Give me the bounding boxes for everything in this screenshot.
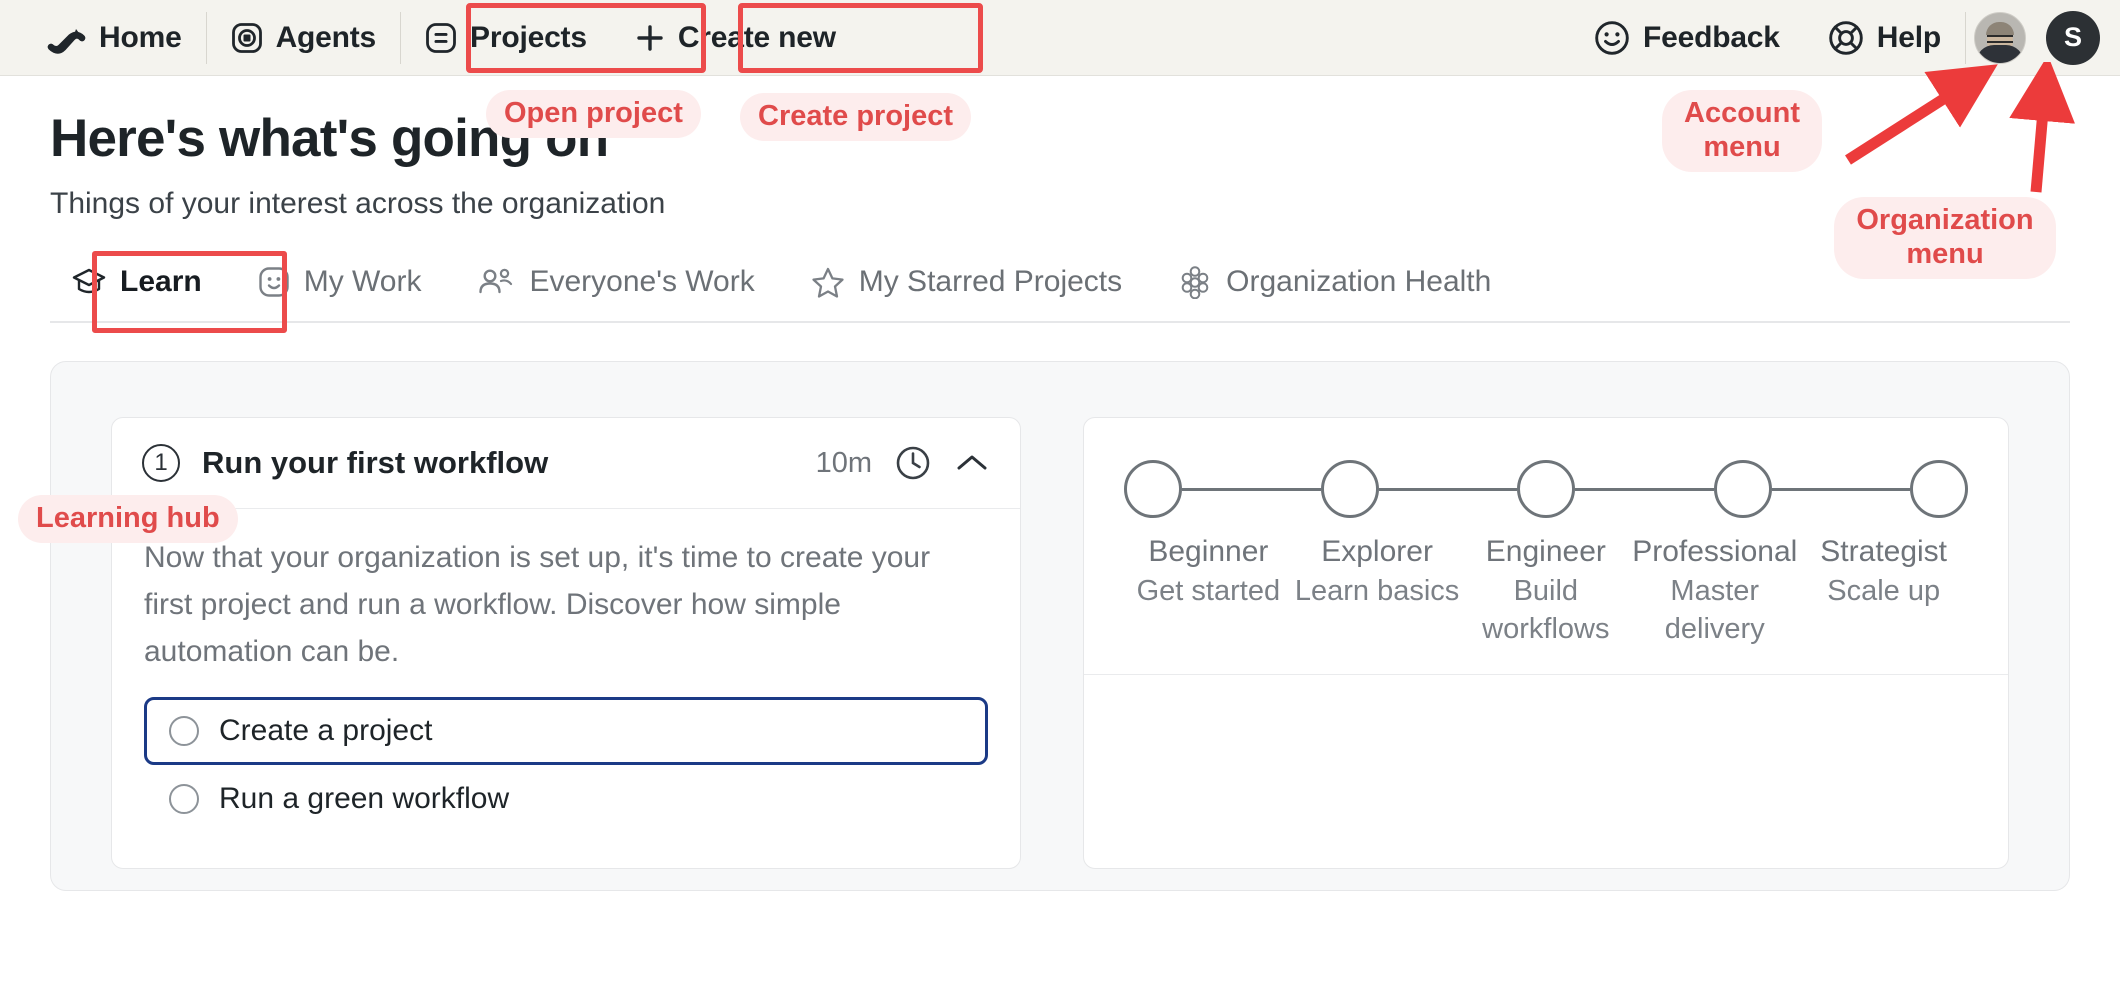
agents-square-icon bbox=[231, 22, 263, 54]
annotation-open-project: Open project bbox=[486, 90, 701, 139]
nav-item-create-new[interactable]: Create new bbox=[611, 0, 860, 75]
tab-organization-health-label: Organization Health bbox=[1226, 265, 1492, 298]
progression-connector bbox=[1182, 487, 1321, 491]
tab-my-starred-projects-label: My Starred Projects bbox=[858, 265, 1123, 298]
first-workflow-title: Run your first workflow bbox=[202, 445, 549, 480]
star-icon bbox=[811, 266, 845, 299]
tab-my-work-label: My Work bbox=[303, 265, 422, 298]
progression-wrapper: Beginner Get started Explorer Learn basi… bbox=[1084, 418, 2008, 676]
progression-connector bbox=[1575, 487, 1714, 491]
tab-learn-label: Learn bbox=[120, 265, 202, 298]
progression-sub-engineer: Build workflows bbox=[1482, 574, 1610, 645]
task-radio-icon[interactable] bbox=[169, 716, 199, 747]
progression-connector bbox=[1771, 487, 1910, 491]
nav-item-home[interactable]: Home bbox=[22, 0, 206, 75]
annotation-create-project: Create project bbox=[740, 93, 972, 142]
smiley-square-icon bbox=[258, 266, 290, 298]
top-nav-left-group: Home Agents Projects Create new bbox=[22, 0, 860, 75]
progression-name-professional: Professional bbox=[1632, 535, 1798, 568]
tab-my-work[interactable]: My Work bbox=[230, 257, 450, 313]
first-workflow-card-body: Now that your organization is set up, it… bbox=[112, 509, 1020, 833]
page-subtitle: Things of your interest across the organ… bbox=[50, 187, 666, 220]
progression-label-explorer: Explorer Learn basics bbox=[1293, 532, 1462, 648]
annotation-organization-menu: Organization menu bbox=[1834, 197, 2056, 280]
nav-item-home-label: Home bbox=[99, 20, 182, 54]
annotation-account-menu: Account menu bbox=[1662, 90, 1822, 173]
home-wave-logo-icon bbox=[46, 21, 86, 55]
tab-learn[interactable]: Learn bbox=[50, 257, 230, 313]
task-run-a-green-workflow[interactable]: Run a green workflow bbox=[144, 765, 988, 833]
tab-everyones-work-label: Everyone's Work bbox=[529, 265, 755, 298]
plus-icon bbox=[635, 23, 665, 53]
progression-label-beginner: Beginner Get started bbox=[1124, 532, 1293, 648]
organization-avatar[interactable]: S bbox=[2046, 10, 2100, 65]
nav-item-projects-label: Projects bbox=[470, 20, 587, 54]
graduation-cap-icon bbox=[72, 267, 106, 297]
lifebuoy-icon bbox=[1828, 20, 1864, 56]
first-workflow-card: 1 Run your first workflow 10m Now that y… bbox=[111, 417, 1021, 869]
progression-name-strategist: Strategist bbox=[1820, 535, 1948, 568]
progression-connector bbox=[1378, 487, 1517, 491]
task-run-a-green-workflow-label: Run a green workflow bbox=[219, 782, 510, 816]
task-create-a-project-label: Create a project bbox=[219, 714, 433, 748]
progression-name-engineer: Engineer bbox=[1485, 535, 1606, 568]
nav-item-help-label: Help bbox=[1876, 20, 1941, 54]
task-radio-icon[interactable] bbox=[169, 784, 199, 815]
progression-sub-strategist: Scale up bbox=[1827, 574, 1941, 607]
clock-icon bbox=[894, 444, 932, 482]
progression-name-explorer: Explorer bbox=[1321, 535, 1433, 568]
progression-label-strategist: Strategist Scale up bbox=[1799, 532, 1968, 648]
progression-track bbox=[1124, 460, 1968, 518]
nav-item-create-new-label: Create new bbox=[677, 20, 836, 54]
progression-sub-professional: Master delivery bbox=[1664, 574, 1765, 645]
top-nav-right-group: Feedback Help S bbox=[1570, 0, 2100, 75]
progression-name-beginner: Beginner bbox=[1148, 535, 1269, 568]
progression-card: Beginner Get started Explorer Learn basi… bbox=[1083, 417, 2009, 869]
progression-node-engineer[interactable] bbox=[1517, 460, 1575, 518]
page-content: Here's what's going on Things of your in… bbox=[0, 108, 2120, 891]
progression-sub-explorer: Learn basics bbox=[1294, 574, 1460, 607]
progression-label-engineer: Engineer Build workflows bbox=[1461, 532, 1630, 648]
progression-label-professional: Professional Master delivery bbox=[1630, 532, 1799, 648]
avatar-glasses bbox=[1987, 34, 2013, 43]
collapse-chevron-up-icon[interactable] bbox=[954, 451, 990, 475]
duration-label: 10m bbox=[815, 446, 872, 479]
top-navigation-bar: Home Agents Projects Create new Feedback… bbox=[0, 0, 2120, 76]
progression-labels: Beginner Get started Explorer Learn basi… bbox=[1124, 532, 1968, 648]
tab-organization-health[interactable]: Organization Health bbox=[1150, 257, 1519, 313]
task-create-a-project[interactable]: Create a project bbox=[144, 697, 988, 766]
projects-list-icon bbox=[425, 22, 457, 54]
nav-divider-3 bbox=[1965, 11, 1966, 64]
progression-divider bbox=[1084, 674, 2008, 676]
account-avatar[interactable] bbox=[1974, 11, 2026, 64]
progression-node-strategist[interactable] bbox=[1910, 460, 1968, 518]
task-checklist: Create a project Run a green workflow bbox=[144, 697, 988, 833]
annotation-learning-hub: Learning hub bbox=[18, 495, 238, 544]
first-workflow-description: Now that your organization is set up, it… bbox=[144, 541, 931, 668]
nav-item-agents[interactable]: Agents bbox=[207, 0, 400, 75]
progression-node-explorer[interactable] bbox=[1320, 460, 1379, 518]
people-icon bbox=[477, 267, 515, 297]
tab-everyones-work[interactable]: Everyone's Work bbox=[449, 257, 782, 313]
card-header-right-group: 10m bbox=[816, 444, 990, 482]
avatar-body bbox=[1976, 44, 2024, 63]
learning-hub-panel: 1 Run your first workflow 10m Now that y… bbox=[50, 361, 2070, 891]
tab-my-starred-projects[interactable]: My Starred Projects bbox=[783, 257, 1150, 313]
progression-node-beginner[interactable] bbox=[1124, 460, 1182, 518]
nav-item-help[interactable]: Help bbox=[1804, 0, 1965, 75]
nav-item-agents-label: Agents bbox=[275, 20, 377, 54]
avatar-hair bbox=[1986, 21, 2014, 35]
progression-sub-beginner: Get started bbox=[1136, 574, 1281, 607]
nav-item-projects[interactable]: Projects bbox=[401, 0, 611, 75]
tab-bar: Learn My Work Everyone's Work My Starred… bbox=[50, 251, 2070, 333]
step-number-badge: 1 bbox=[142, 444, 180, 482]
nav-item-feedback[interactable]: Feedback bbox=[1570, 0, 1804, 75]
nav-item-feedback-label: Feedback bbox=[1642, 20, 1780, 54]
smiley-face-icon bbox=[1594, 20, 1630, 56]
flower-cluster-icon bbox=[1178, 265, 1212, 299]
first-workflow-card-header[interactable]: 1 Run your first workflow 10m bbox=[112, 418, 1020, 509]
progression-node-professional[interactable] bbox=[1713, 460, 1772, 518]
